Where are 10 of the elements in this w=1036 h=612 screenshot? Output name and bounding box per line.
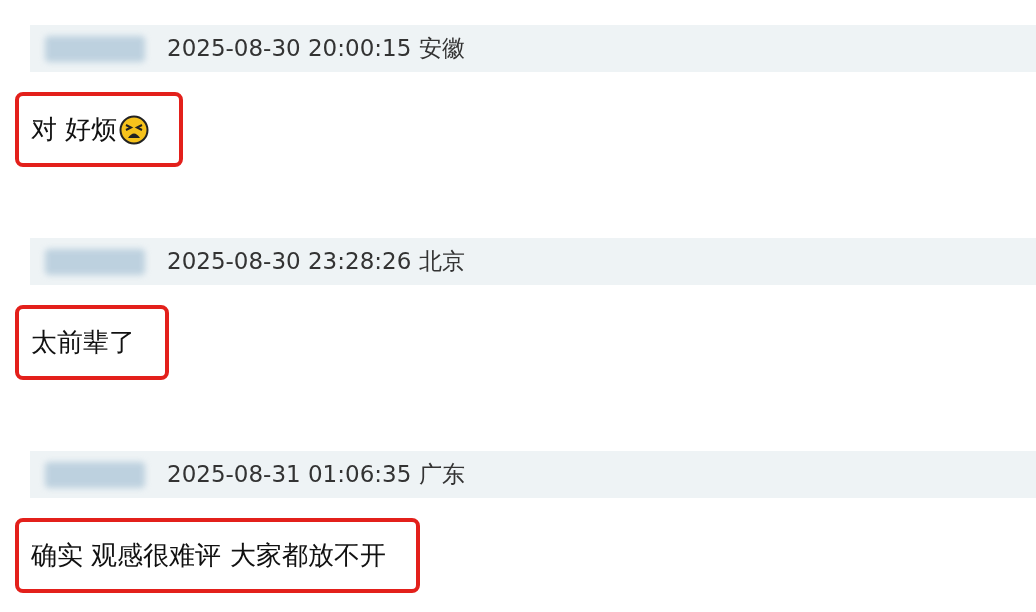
comment-timestamp: 2025-08-31 01:06:35 (167, 460, 412, 490)
comment-timestamp: 2025-08-30 23:28:26 (167, 247, 412, 277)
comment-text: 确实 观感很难评 大家都放不开 (31, 539, 386, 572)
tired-face-icon (119, 114, 150, 145)
comment-timestamp: 2025-08-30 20:00:15 (167, 34, 412, 64)
comment-location: 北京 (419, 247, 466, 277)
comment-text: 太前辈了 (31, 326, 135, 359)
comment-location: 广东 (419, 460, 466, 490)
comment-text: 对 好烦 (31, 113, 118, 146)
comment-location: 安徽 (419, 34, 466, 64)
